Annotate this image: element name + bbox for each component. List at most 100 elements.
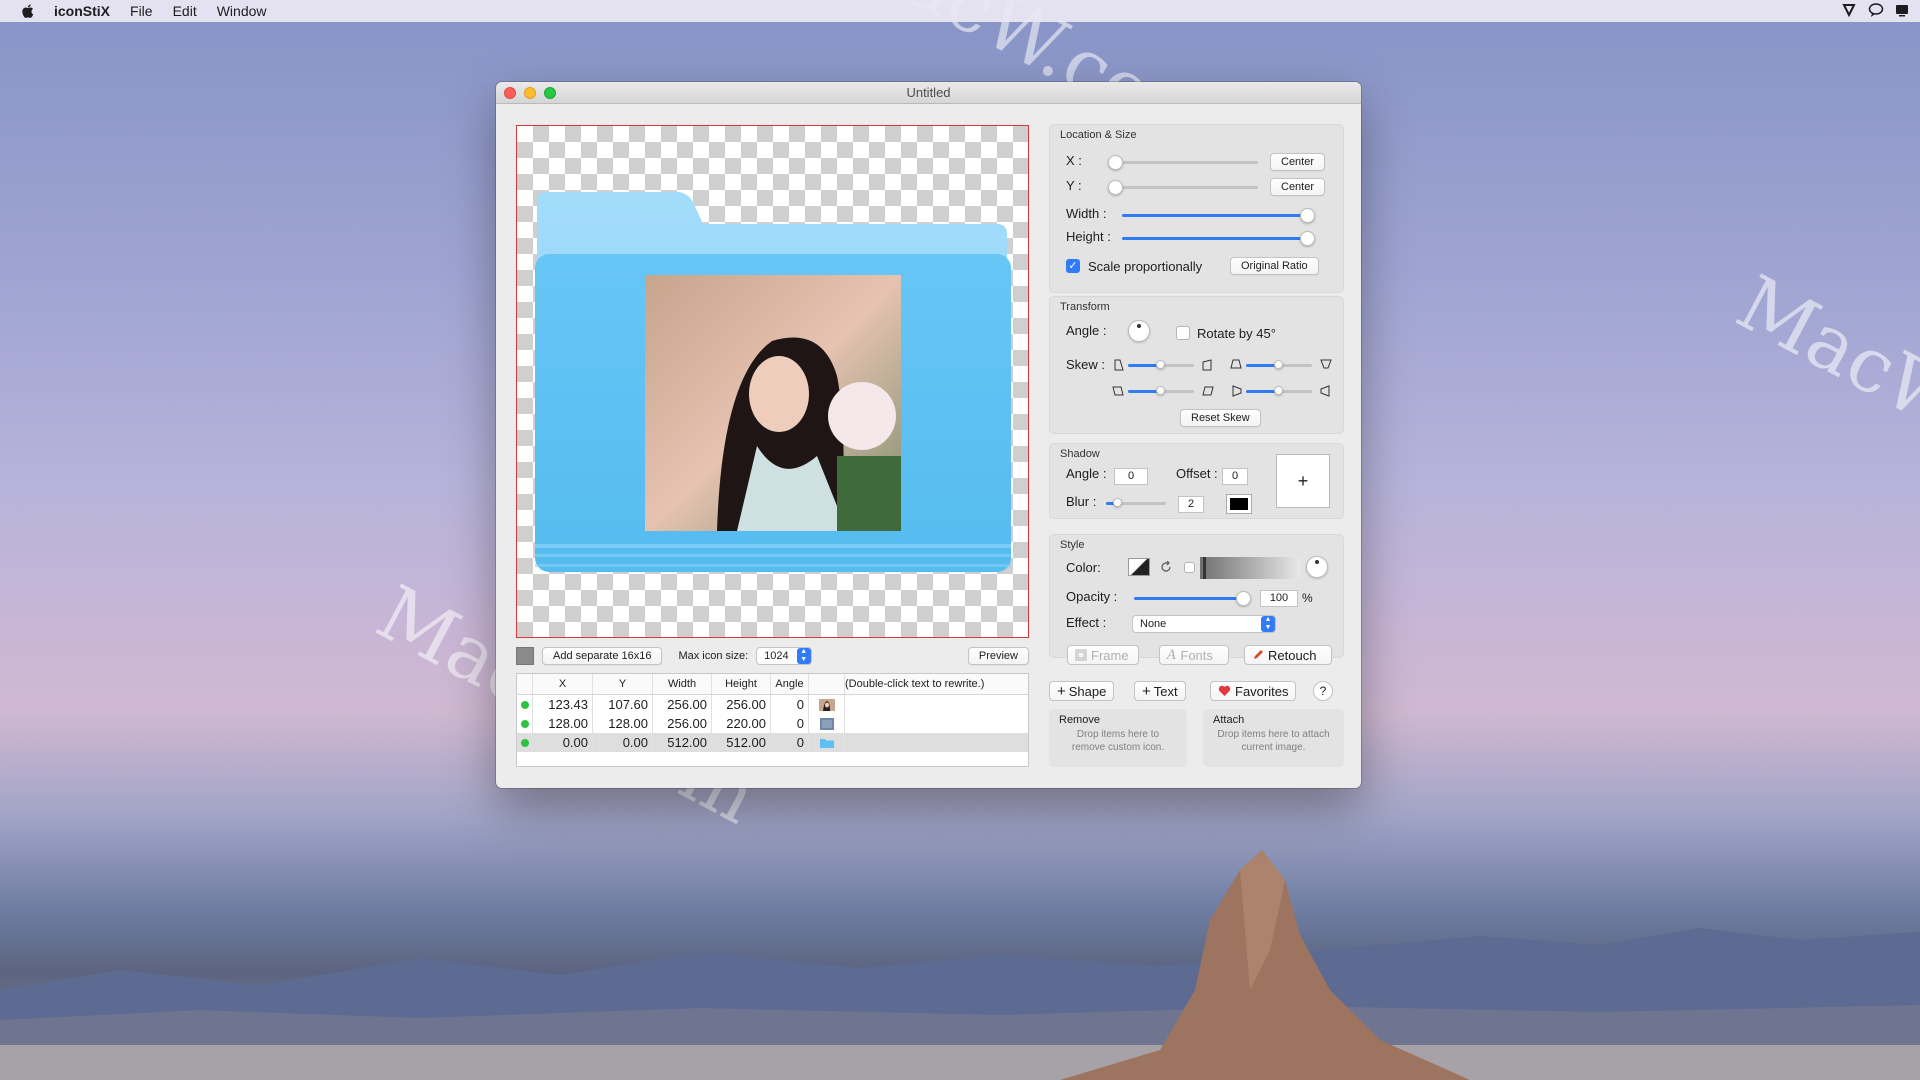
background-swatch[interactable] — [516, 647, 534, 665]
remove-drop-zone[interactable]: Remove Drop items here to remove custom … — [1049, 709, 1187, 767]
color-well[interactable] — [1128, 558, 1150, 576]
menu-window[interactable]: Window — [217, 3, 267, 19]
close-window-button[interactable] — [504, 87, 516, 99]
x-slider[interactable] — [1110, 161, 1258, 164]
center-x-button[interactable]: Center — [1270, 153, 1326, 171]
messages-icon[interactable] — [1868, 2, 1884, 18]
favorites-button[interactable]: Favorites — [1210, 681, 1297, 701]
display-icon[interactable] — [1894, 2, 1910, 18]
cell-y: 107.60 — [593, 695, 653, 714]
gradient-bar[interactable] — [1200, 557, 1300, 579]
cell-width: 512.00 — [653, 733, 712, 752]
add-text-button[interactable]: + Text — [1134, 681, 1186, 701]
shadow-blur-field[interactable]: 2 — [1178, 496, 1204, 513]
layers-table[interactable]: X Y Width Height Angle (Double-click tex… — [516, 673, 1029, 767]
rotate-45-checkbox[interactable] — [1176, 326, 1190, 340]
center-y-button[interactable]: Center — [1270, 178, 1326, 196]
status-dot-icon[interactable] — [520, 700, 529, 709]
scale-proportionally-checkbox[interactable]: ✓ — [1066, 259, 1080, 273]
popup-arrows-icon: ▲ ▼ — [796, 648, 811, 664]
max-icon-size-label: Max icon size: — [678, 650, 749, 662]
opacity-slider-knob[interactable] — [1236, 591, 1251, 606]
icon-canvas[interactable] — [516, 125, 1029, 638]
minimize-window-button[interactable] — [524, 87, 536, 99]
skew-right-bottom-icon — [1202, 386, 1214, 396]
column-header-y[interactable]: Y — [593, 674, 653, 694]
menu-extra-app-icon[interactable] — [1842, 2, 1858, 18]
height-slider[interactable] — [1122, 237, 1308, 240]
shadow-blur-knob[interactable] — [1113, 498, 1122, 507]
zoom-window-button[interactable] — [544, 87, 556, 99]
skew-slider-knob[interactable] — [1156, 386, 1165, 395]
reset-color-icon[interactable] — [1160, 561, 1172, 573]
skew-slider-knob[interactable] — [1274, 386, 1283, 395]
menu-file[interactable]: File — [130, 3, 153, 19]
cell-height: 512.00 — [712, 733, 771, 752]
gradient-angle-dial[interactable] — [1306, 556, 1328, 578]
width-slider[interactable] — [1122, 214, 1308, 217]
frame-button[interactable]: Frame — [1067, 645, 1139, 665]
shadow-blur-label: Blur : — [1066, 494, 1097, 509]
opacity-field[interactable]: 100 — [1260, 590, 1298, 607]
cell-note[interactable] — [845, 695, 1028, 714]
attach-drop-zone[interactable]: Attach Drop items here to attach current… — [1203, 709, 1344, 767]
apple-menu-icon[interactable] — [20, 3, 34, 19]
plus-icon: + — [1142, 682, 1151, 700]
add-shadow-button[interactable]: + — [1276, 454, 1330, 508]
retouch-button-label: Retouch — [1268, 647, 1317, 663]
fonts-button[interactable]: A Fonts — [1159, 645, 1229, 665]
column-header-width[interactable]: Width — [653, 674, 712, 694]
font-a-icon: A — [1167, 647, 1177, 663]
retouch-button[interactable]: Retouch — [1244, 645, 1332, 665]
remove-description: Drop items here to remove custom icon. — [1071, 729, 1165, 753]
opacity-unit: % — [1302, 591, 1313, 605]
opacity-slider[interactable] — [1134, 597, 1242, 600]
panel-title: Style — [1060, 539, 1085, 551]
shadow-color-well[interactable] — [1226, 494, 1252, 514]
status-dot-icon[interactable] — [520, 719, 529, 728]
y-slider-knob[interactable] — [1108, 180, 1123, 195]
help-button[interactable]: ? — [1313, 681, 1333, 701]
max-icon-size-select[interactable]: 1024 ▲ ▼ — [756, 647, 812, 665]
angle-dial[interactable] — [1128, 320, 1150, 342]
table-row-selected[interactable]: 0.00 0.00 512.00 512.00 0 — [517, 733, 1028, 752]
y-slider[interactable] — [1110, 186, 1258, 189]
gradient-stop-handle[interactable] — [1203, 557, 1206, 579]
skew-slider-knob[interactable] — [1156, 360, 1165, 369]
skew-left-bottom-icon — [1112, 386, 1124, 396]
add-separate-16x16-button[interactable]: Add separate 16x16 — [542, 647, 663, 665]
cell-note[interactable] — [845, 714, 1028, 733]
remove-title: Remove — [1059, 714, 1100, 726]
max-icon-size-value: 1024 — [764, 650, 789, 662]
add-shape-button[interactable]: + Shape — [1049, 681, 1115, 701]
shadow-angle-field[interactable]: 0 — [1114, 468, 1148, 485]
effect-label: Effect : — [1066, 615, 1107, 630]
window-titlebar[interactable]: Untitled — [496, 82, 1361, 104]
reset-skew-button[interactable]: Reset Skew — [1180, 409, 1261, 427]
table-row[interactable]: 123.43 107.60 256.00 256.00 0 — [517, 695, 1028, 714]
effect-select[interactable]: None ▲ ▼ — [1132, 615, 1276, 633]
angle-label: Angle : — [1066, 323, 1107, 338]
preview-button[interactable]: Preview — [967, 647, 1029, 665]
table-row[interactable]: 128.00 128.00 256.00 220.00 0 — [517, 714, 1028, 733]
x-slider-knob[interactable] — [1108, 155, 1123, 170]
shadow-offset-field[interactable]: 0 — [1222, 468, 1248, 485]
skew-slider-knob[interactable] — [1274, 360, 1283, 369]
color-gradient-checkbox[interactable] — [1184, 562, 1195, 573]
plus-icon: + — [1297, 470, 1309, 491]
attach-title: Attach — [1213, 714, 1245, 726]
fonts-button-label: Fonts — [1180, 647, 1213, 663]
column-header-height[interactable]: Height — [712, 674, 771, 694]
menu-app-name[interactable]: iconStiX — [54, 3, 110, 19]
cell-x: 128.00 — [533, 714, 593, 733]
rotate-45-label: Rotate by 45° — [1197, 326, 1276, 341]
menu-edit[interactable]: Edit — [173, 3, 197, 19]
original-ratio-button[interactable]: Original Ratio — [1230, 257, 1319, 275]
column-header-angle[interactable]: Angle — [771, 674, 809, 694]
status-dot-icon[interactable] — [520, 738, 529, 747]
height-slider-knob[interactable] — [1300, 231, 1315, 246]
cell-note[interactable] — [845, 733, 1028, 752]
column-header-x[interactable]: X — [533, 674, 593, 694]
width-slider-knob[interactable] — [1300, 208, 1315, 223]
style-panel: Style Color: Opacity : 100 % Effect : No… — [1049, 534, 1344, 658]
